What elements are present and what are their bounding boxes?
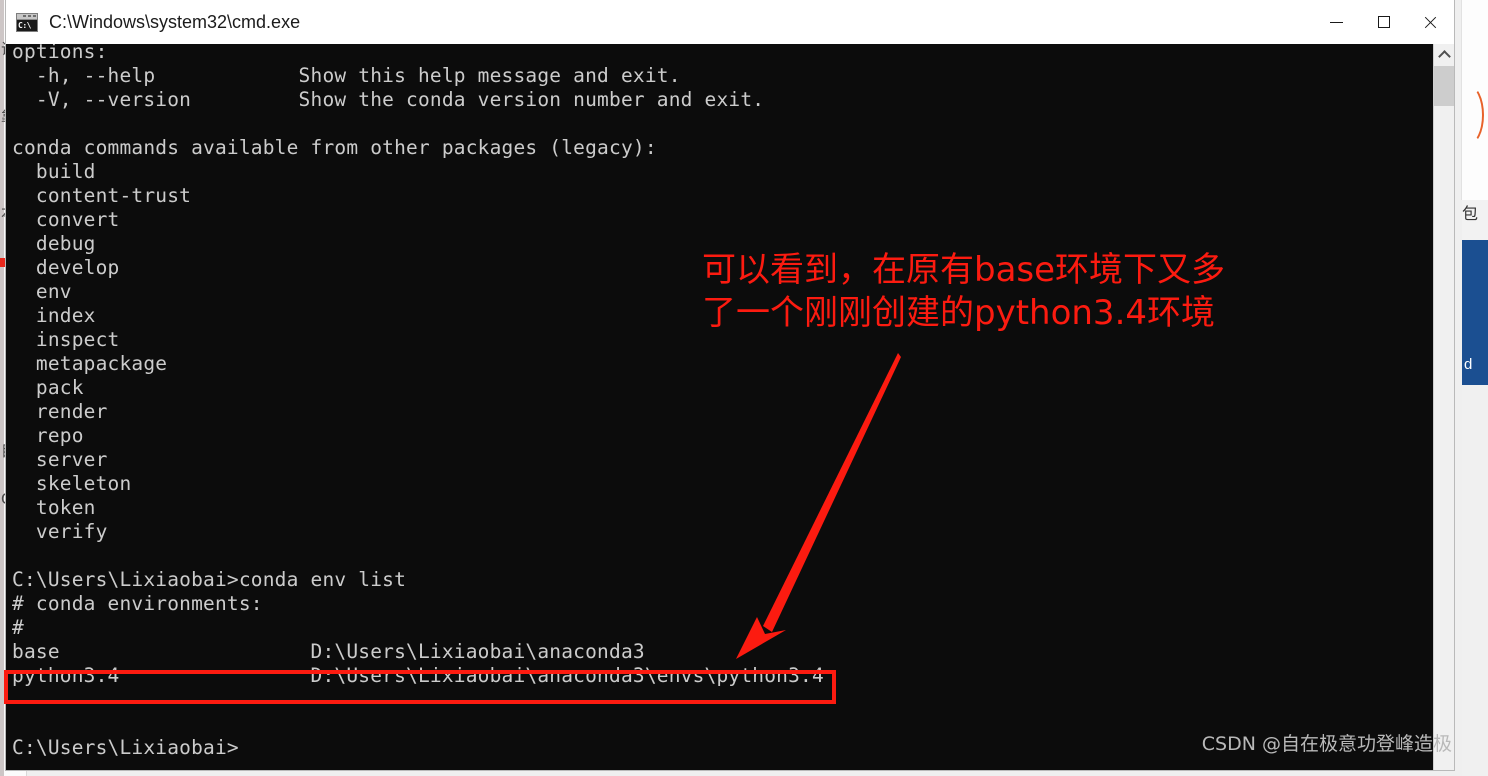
console-scrollbar[interactable] (1433, 44, 1454, 770)
cmd-window: C:\ C:\Windows\system32\cmd.exe options:… (6, 0, 1454, 770)
console-text: options: -h, --help Show this help messa… (12, 44, 824, 759)
cmd-window-icon: C:\ (16, 12, 38, 32)
background-orange-arc (1454, 85, 1484, 145)
window-controls (1313, 0, 1454, 44)
close-button[interactable] (1407, 0, 1454, 44)
console-output-area[interactable]: options: -h, --help Show this help messa… (6, 44, 1454, 770)
background-blue-panel-text: d (1464, 356, 1473, 373)
background-blue-panel: d (1462, 240, 1488, 385)
cmd-icon-prompt: C:\ (17, 19, 37, 31)
chevron-up-icon (1437, 50, 1451, 63)
background-right-mark: 包 (1462, 204, 1479, 223)
scrollbar-up-button[interactable] (1434, 44, 1454, 66)
background-right-lower (1462, 385, 1488, 776)
minimize-icon (1330, 21, 1343, 23)
minimize-button[interactable] (1313, 0, 1360, 44)
close-icon (1423, 15, 1438, 30)
window-titlebar[interactable]: C:\ C:\Windows\system32\cmd.exe (6, 0, 1454, 44)
maximize-button[interactable] (1360, 0, 1407, 44)
window-title: C:\Windows\system32\cmd.exe (49, 11, 301, 32)
scrollbar-thumb[interactable] (1434, 66, 1454, 106)
titlebar-left-group: C:\ C:\Windows\system32\cmd.exe (6, 12, 1313, 33)
maximize-icon (1377, 16, 1390, 28)
